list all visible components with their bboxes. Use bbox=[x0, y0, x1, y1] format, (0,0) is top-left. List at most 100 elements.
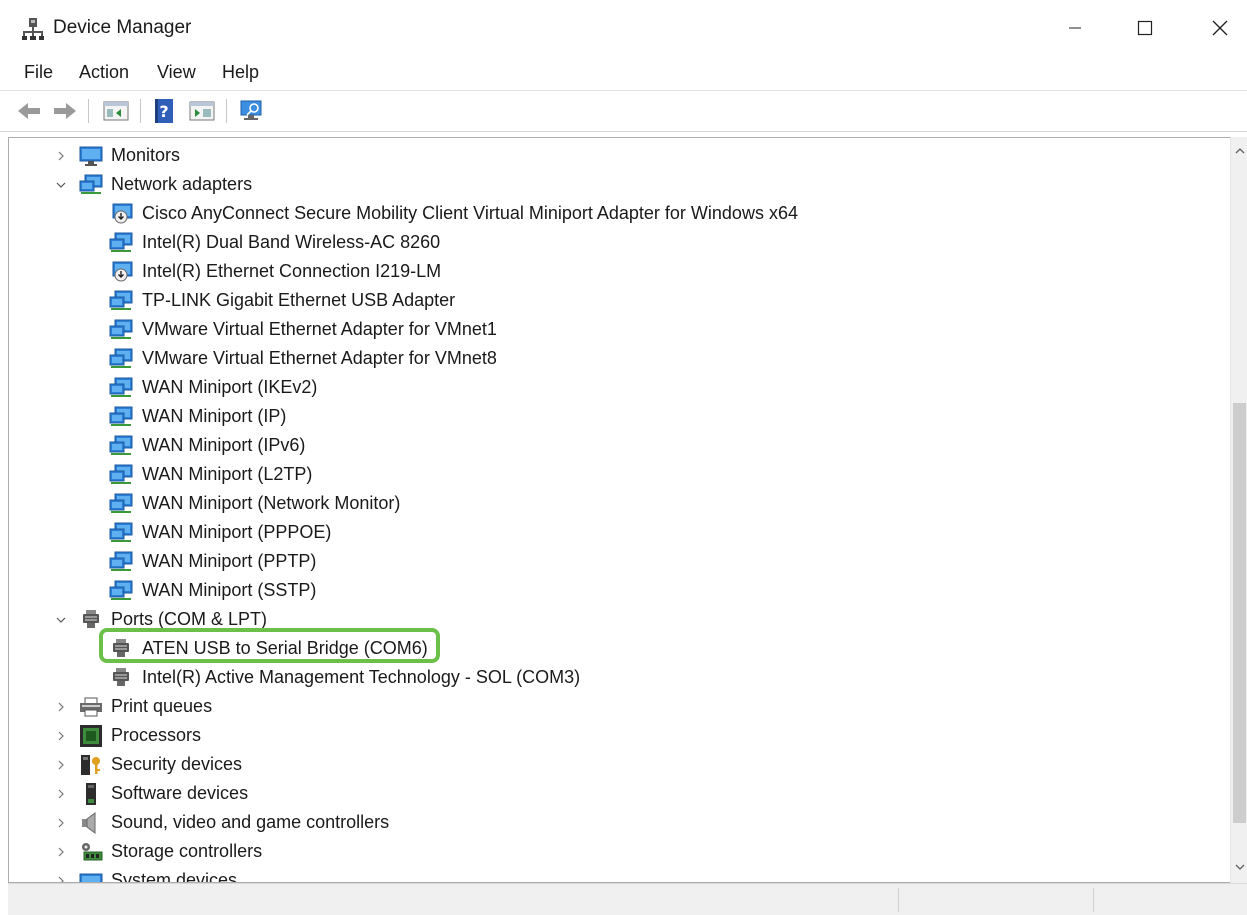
menu-view[interactable]: View bbox=[157, 62, 196, 83]
menu-action[interactable]: Action bbox=[79, 62, 129, 83]
network-adapter-icon bbox=[109, 435, 133, 455]
node-label: WAN Miniport (IKEv2) bbox=[142, 377, 318, 397]
show-hide-console-tree-button[interactable] bbox=[100, 97, 132, 125]
network-adapter-warning-icon bbox=[112, 261, 133, 282]
node-label: WAN Miniport (IP) bbox=[142, 406, 287, 426]
node-label: WAN Miniport (PPPOE) bbox=[142, 522, 332, 542]
network-adapter-icon bbox=[109, 348, 133, 368]
node-label: WAN Miniport (Network Monitor) bbox=[142, 493, 401, 513]
tree-node-intel-amt-sol[interactable]: Intel(R) Active Management Technology - … bbox=[9, 663, 1209, 692]
collapse-chevron-icon[interactable] bbox=[54, 605, 68, 634]
tree-node-vmware-vmnet1[interactable]: VMware Virtual Ethernet Adapter for VMne… bbox=[9, 315, 1209, 344]
status-bar bbox=[8, 883, 1247, 915]
tree-node-wan-sstp[interactable]: WAN Miniport (SSTP) bbox=[9, 576, 1209, 605]
node-label: Sound, video and game controllers bbox=[111, 812, 390, 832]
window-title: Device Manager bbox=[53, 17, 192, 38]
node-label: VMware Virtual Ethernet Adapter for VMne… bbox=[142, 319, 497, 339]
tree-node-sound-video-game[interactable]: Sound, video and game controllers bbox=[9, 808, 1209, 837]
tree-node-software-devices[interactable]: Software devices bbox=[9, 779, 1209, 808]
monitor-icon bbox=[79, 146, 103, 166]
node-label: WAN Miniport (SSTP) bbox=[142, 580, 317, 600]
network-adapter-icon bbox=[109, 406, 133, 426]
scan-hardware-changes-button[interactable] bbox=[236, 97, 268, 125]
tree-node-security-devices[interactable]: Security devices bbox=[9, 750, 1209, 779]
expand-chevron-icon[interactable] bbox=[54, 837, 68, 866]
expand-chevron-icon[interactable] bbox=[54, 692, 68, 721]
scrollbar-thumb[interactable] bbox=[1233, 403, 1246, 823]
port-icon bbox=[83, 610, 99, 628]
expand-chevron-icon[interactable] bbox=[54, 808, 68, 837]
tree-node-system-devices[interactable]: System devices bbox=[9, 866, 1209, 883]
tree-node-network-adapters[interactable]: Network adapters bbox=[9, 170, 1209, 199]
console-tree-icon bbox=[103, 101, 129, 121]
node-label: Print queues bbox=[111, 696, 213, 716]
forward-button[interactable] bbox=[50, 97, 80, 125]
show-hide-action-pane-button[interactable] bbox=[186, 97, 218, 125]
processor-icon bbox=[80, 725, 102, 747]
device-tree: Monitors Network adapters Cisco AnyConne… bbox=[8, 137, 1231, 883]
expand-chevron-icon[interactable] bbox=[54, 750, 68, 779]
menu-help[interactable]: Help bbox=[222, 62, 259, 83]
security-device-icon bbox=[81, 755, 100, 775]
tree-node-wan-l2tp[interactable]: WAN Miniport (L2TP) bbox=[9, 460, 1209, 489]
node-label: WAN Miniport (IPv6) bbox=[142, 435, 306, 455]
tree-node-wan-network-monitor[interactable]: WAN Miniport (Network Monitor) bbox=[9, 489, 1209, 518]
action-pane-icon bbox=[189, 101, 215, 121]
network-adapter-icon bbox=[109, 290, 133, 310]
toolbar-separator bbox=[226, 99, 227, 123]
help-button[interactable]: ? bbox=[150, 97, 178, 125]
node-label: VMware Virtual Ethernet Adapter for VMne… bbox=[142, 348, 497, 368]
toolbar-separator bbox=[140, 99, 141, 123]
node-label: Security devices bbox=[111, 754, 243, 774]
tree-node-intel-wireless[interactable]: Intel(R) Dual Band Wireless-AC 8260 bbox=[9, 228, 1209, 257]
forward-arrow-icon bbox=[54, 103, 76, 119]
tree-node-intel-ethernet[interactable]: Intel(R) Ethernet Connection I219-LM bbox=[9, 257, 1209, 286]
tree-node-wan-ipv6[interactable]: WAN Miniport (IPv6) bbox=[9, 431, 1209, 460]
speaker-icon bbox=[82, 812, 96, 834]
back-button[interactable] bbox=[14, 97, 44, 125]
node-label: Intel(R) Dual Band Wireless-AC 8260 bbox=[142, 232, 441, 252]
tree-node-wan-pppoe[interactable]: WAN Miniport (PPPOE) bbox=[9, 518, 1209, 547]
tree-node-storage-controllers[interactable]: Storage controllers bbox=[9, 837, 1209, 866]
tree-node-print-queues[interactable]: Print queues bbox=[9, 692, 1209, 721]
network-adapter-icon bbox=[109, 464, 133, 484]
node-label: Monitors bbox=[111, 145, 181, 165]
scroll-down-button[interactable] bbox=[1231, 857, 1247, 877]
port-icon bbox=[113, 668, 129, 686]
scan-monitor-icon bbox=[240, 100, 262, 120]
tree-node-wan-ip[interactable]: WAN Miniport (IP) bbox=[9, 402, 1209, 431]
network-adapter-icon bbox=[109, 319, 133, 339]
collapse-chevron-icon[interactable] bbox=[54, 170, 68, 199]
menu-file[interactable]: File bbox=[24, 62, 53, 83]
expand-chevron-icon[interactable] bbox=[54, 866, 68, 882]
minimize-button[interactable] bbox=[1052, 8, 1098, 48]
tree-node-processors[interactable]: Processors bbox=[9, 721, 1209, 750]
tree-node-vmware-vmnet8[interactable]: VMware Virtual Ethernet Adapter for VMne… bbox=[9, 344, 1209, 373]
network-adapter-icon bbox=[109, 522, 133, 542]
expand-chevron-icon[interactable] bbox=[54, 721, 68, 750]
network-adapter-icon bbox=[109, 232, 133, 252]
node-label: WAN Miniport (L2TP) bbox=[142, 464, 313, 484]
expand-chevron-icon[interactable] bbox=[54, 779, 68, 808]
tree-node-wan-ikev2[interactable]: WAN Miniport (IKEv2) bbox=[9, 373, 1209, 402]
expand-chevron-icon[interactable] bbox=[54, 141, 68, 170]
software-device-icon bbox=[86, 783, 96, 805]
maximize-button[interactable] bbox=[1122, 8, 1168, 48]
scroll-up-button[interactable] bbox=[1231, 141, 1247, 161]
node-label: Storage controllers bbox=[111, 841, 263, 861]
help-icon: ? bbox=[155, 99, 173, 123]
tree-node-tplink-adapter[interactable]: TP-LINK Gigabit Ethernet USB Adapter bbox=[9, 286, 1209, 315]
close-button[interactable] bbox=[1197, 8, 1243, 48]
title-bar: Device Manager bbox=[0, 0, 1247, 56]
network-adapter-icon bbox=[109, 580, 133, 600]
tree-node-wan-pptp[interactable]: WAN Miniport (PPTP) bbox=[9, 547, 1209, 576]
storage-controller-icon bbox=[82, 843, 103, 861]
highlight-box bbox=[99, 628, 440, 663]
node-label: WAN Miniport (PPTP) bbox=[142, 551, 317, 571]
node-label: Cisco AnyConnect Secure Mobility Client … bbox=[142, 203, 798, 223]
vertical-scrollbar[interactable] bbox=[1230, 137, 1247, 883]
status-divider bbox=[1093, 888, 1094, 912]
tree-node-cisco-anyconnect[interactable]: Cisco AnyConnect Secure Mobility Client … bbox=[9, 199, 1209, 228]
tree-node-monitors[interactable]: Monitors bbox=[9, 141, 1209, 170]
node-label: System devices bbox=[111, 870, 238, 883]
